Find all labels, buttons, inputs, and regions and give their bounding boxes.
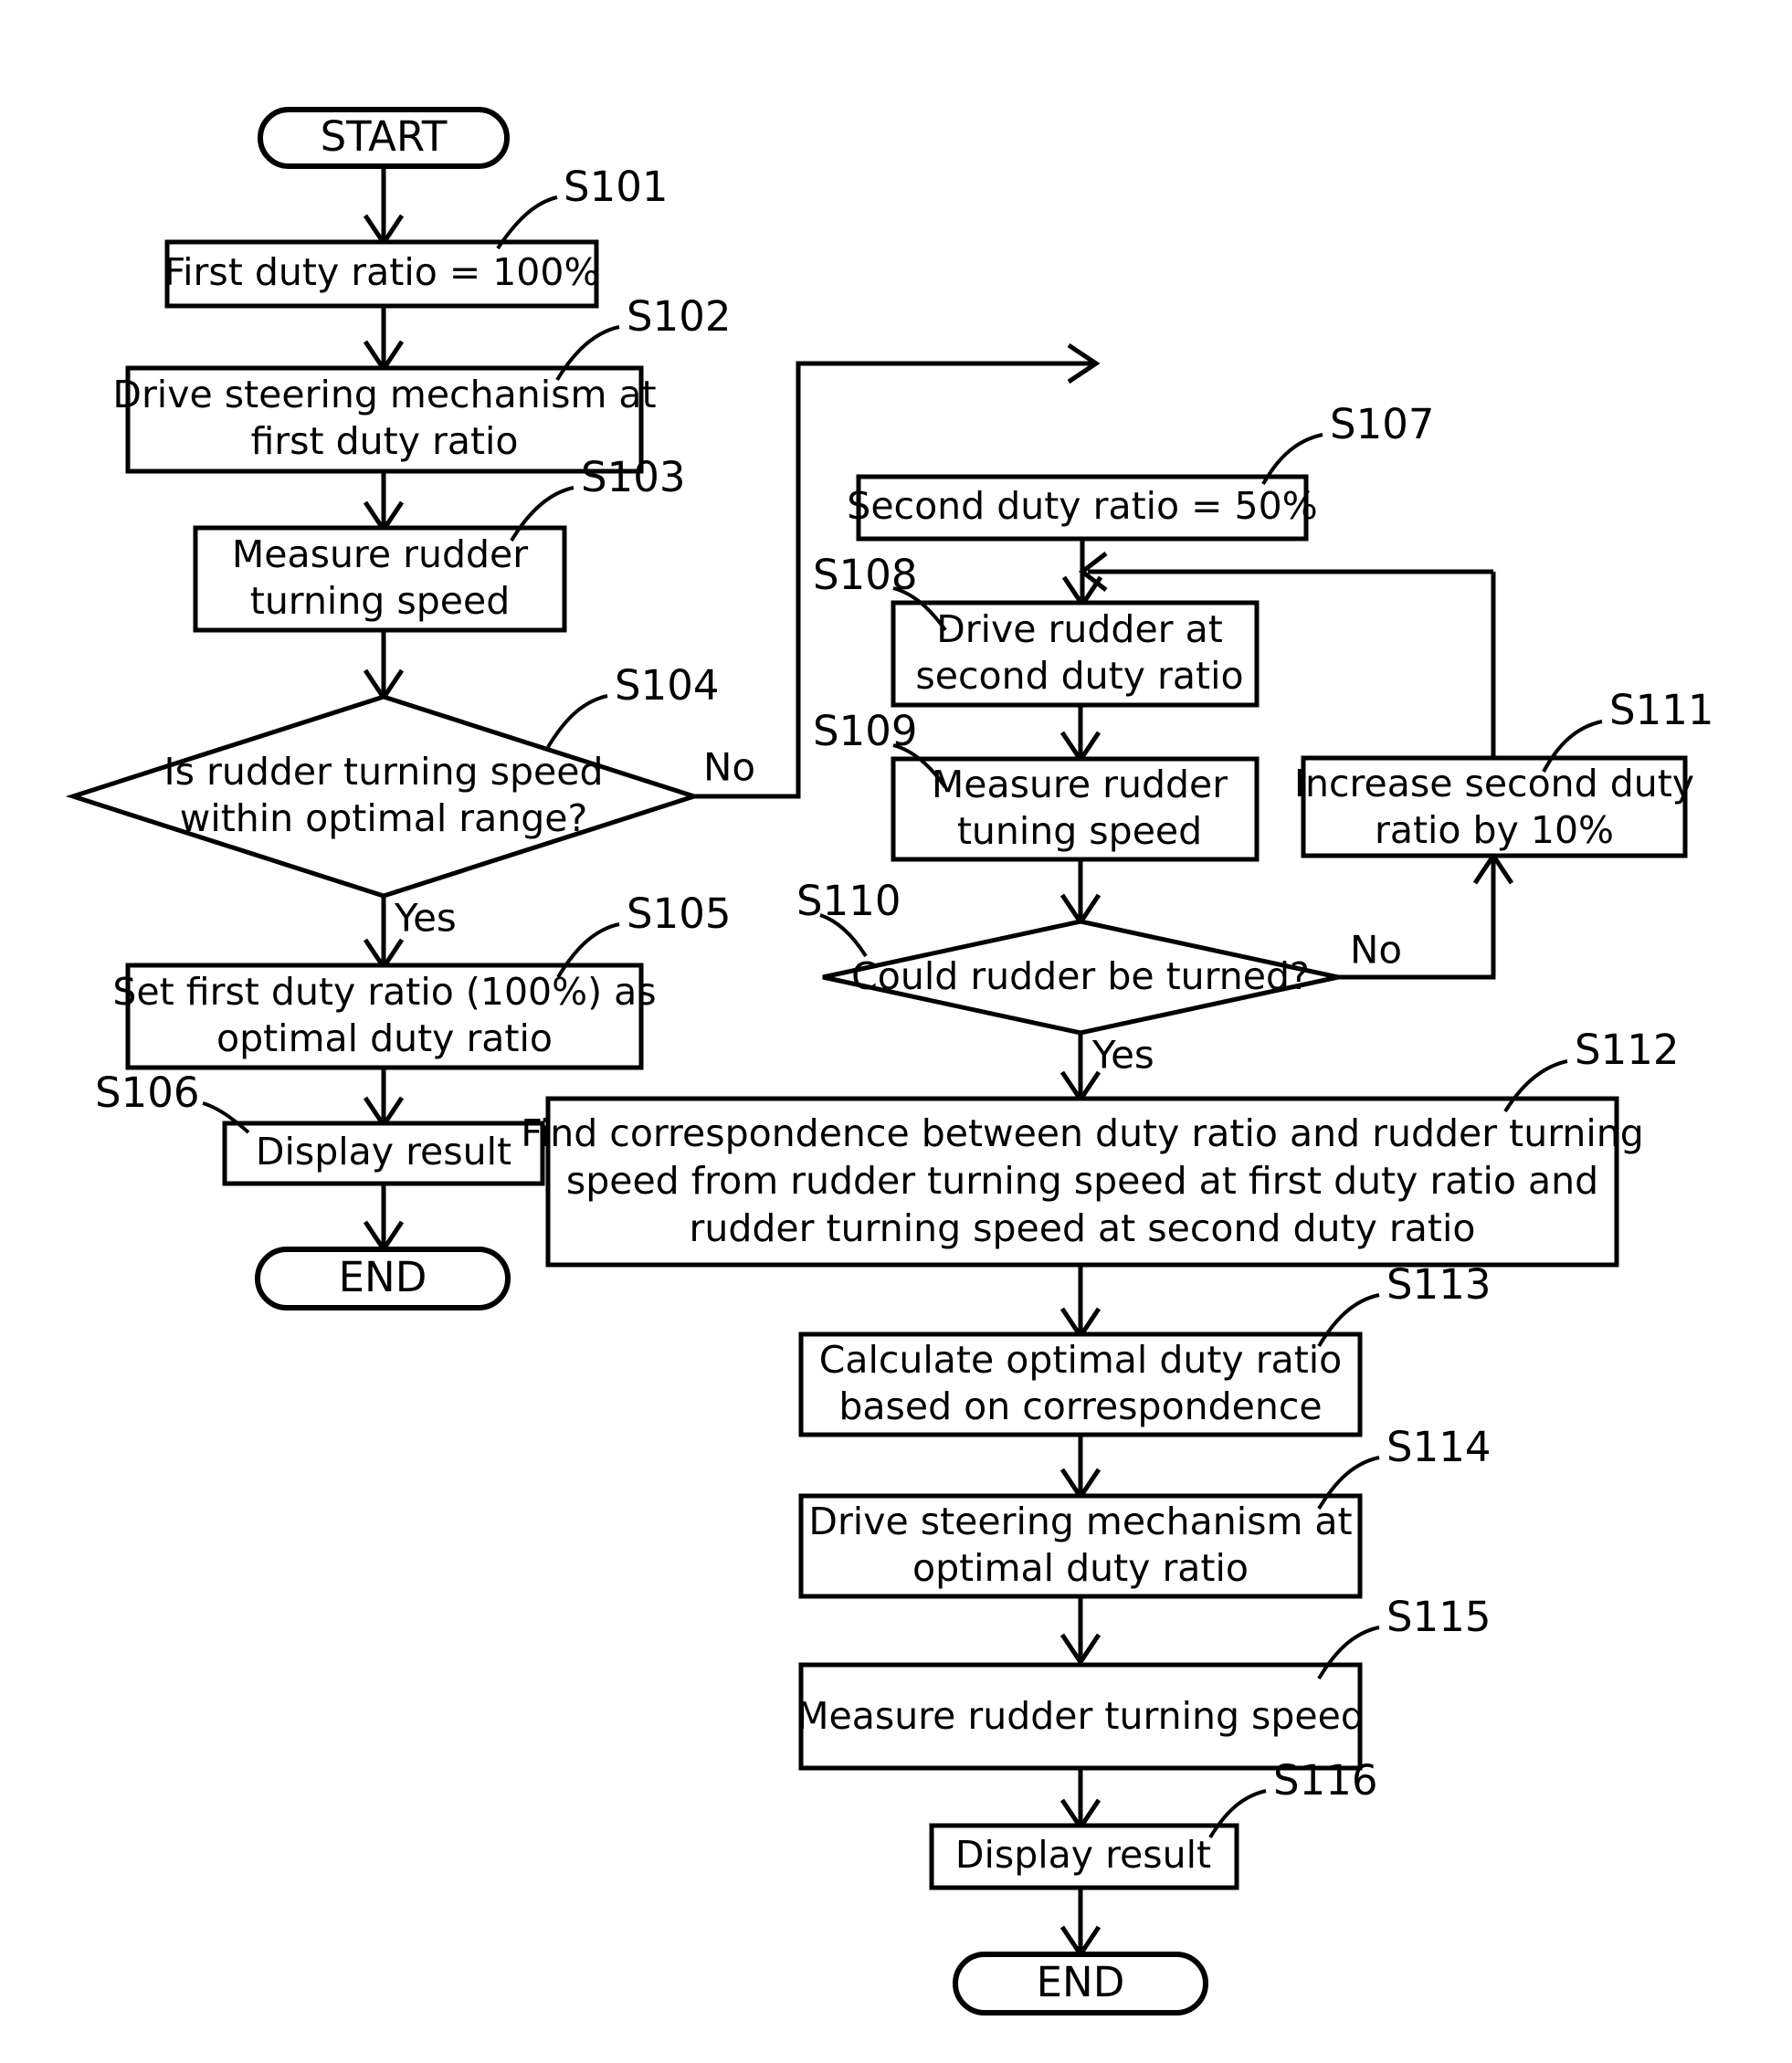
s102-label-line-1: Drive steering mechanism at <box>112 373 656 416</box>
s112-label-line-2: speed from rudder turning speed at first… <box>566 1159 1598 1203</box>
node-end-left: END <box>255 1247 511 1310</box>
s105-step-tag: S105 <box>627 889 731 938</box>
node-s104: Is rudder turning speed within optimal r… <box>65 694 702 899</box>
edge-s105-to-s106 <box>363 1068 405 1130</box>
node-s101: First duty ratio = 100% <box>164 239 600 309</box>
s106-label-line-1: Display result <box>256 1130 511 1174</box>
tag-s104: S104 <box>546 661 719 749</box>
node-end-right: END <box>953 1952 1208 2016</box>
tag-s107: S107 <box>1261 400 1434 485</box>
edge-s116-to-end-right <box>1059 1888 1102 1959</box>
edge-s102-to-s103 <box>363 471 405 534</box>
s113-step-tag: S113 <box>1386 1260 1491 1309</box>
edge-s108-to-s109 <box>1059 705 1102 764</box>
s109-label-line-2: tuning speed <box>957 809 1202 853</box>
node-s109: Measure rudder tuning speed <box>891 756 1260 862</box>
flowchart-canvas: START First duty ratio = 100% S101 Drive… <box>65 107 1713 2016</box>
node-start: START <box>258 107 510 169</box>
edge-s110-no-to-s111: No <box>1338 851 1514 980</box>
s114-step-tag: S114 <box>1386 1423 1491 1471</box>
s109-step-tag: S109 <box>813 707 917 755</box>
s104-step-tag: S104 <box>615 661 719 710</box>
s107-label-line-1: Second duty ratio = 50% <box>847 484 1317 528</box>
edge-s112-to-s113 <box>1059 1265 1102 1341</box>
s104-label-line-2: within optimal range? <box>180 796 587 840</box>
node-s105: Set first duty ratio (100%) as optimal d… <box>112 963 657 1070</box>
s103-step-tag: S103 <box>581 453 685 501</box>
s101-step-tag: S101 <box>564 163 668 211</box>
end-right-terminal-label: END <box>1037 1958 1125 2006</box>
node-s102: Drive steering mechanism at first duty r… <box>112 365 657 474</box>
s105-label-line-1: Set first duty ratio (100%) as <box>112 970 656 1014</box>
node-s116: Display result <box>929 1823 1239 1890</box>
s106-step-tag: S106 <box>95 1068 199 1117</box>
s105-label-line-2: optimal duty ratio <box>216 1016 553 1060</box>
s114-label-line-2: optimal duty ratio <box>912 1546 1249 1590</box>
node-s112: Find correspondence between duty ratio a… <box>521 1096 1644 1268</box>
s114-label-line-1: Drive steering mechanism at <box>808 1500 1352 1543</box>
node-s103: Measure rudder turning speed <box>193 525 567 633</box>
s110-label-line-1: Could rudder be turned? <box>851 954 1310 998</box>
node-s106: Display result <box>222 1121 545 1186</box>
node-s115: Measure rudder turning speed <box>796 1662 1365 1771</box>
s110-no-label: No <box>1350 928 1402 973</box>
s110-yes-label: Yes <box>1091 1033 1154 1078</box>
flowchart-page: START First duty ratio = 100% S101 Drive… <box>0 0 1792 2063</box>
edge-s104-yes-to-s105: Yes <box>363 896 457 972</box>
s111-label-line-1: Increase second duty <box>1294 762 1694 805</box>
end-left-terminal-label: END <box>339 1253 427 1301</box>
node-s108: Drive rudder at second duty ratio <box>891 600 1260 708</box>
node-s111: Increase second duty ratio by 10% <box>1294 755 1694 858</box>
edge-s110-yes-to-s112: Yes <box>1059 1033 1154 1104</box>
s115-step-tag: S115 <box>1386 1593 1491 1641</box>
s112-label-line-3: rudder turning speed at second duty rati… <box>690 1206 1476 1250</box>
edge-start-to-s101 <box>363 166 405 247</box>
s112-label-line-1: Find correspondence between duty ratio a… <box>521 1111 1644 1155</box>
s103-label-line-1: Measure rudder <box>232 532 528 576</box>
edge-s115-to-s116 <box>1059 1768 1102 1832</box>
s101-label-line-1: First duty ratio = 100% <box>164 250 600 294</box>
s108-label-line-1: Drive rudder at <box>936 607 1223 651</box>
s111-step-tag: S111 <box>1609 686 1713 734</box>
s102-step-tag: S102 <box>627 292 731 341</box>
edge-s101-to-s102 <box>363 306 405 374</box>
start-terminal-label: START <box>321 112 448 161</box>
s104-no-label: No <box>703 745 755 790</box>
s112-step-tag: S112 <box>1575 1026 1679 1074</box>
s104-label-line-1: Is rudder turning speed <box>164 750 604 794</box>
s109-label-line-1: Measure rudder <box>932 763 1228 806</box>
edge-s103-to-s104 <box>363 630 405 702</box>
s116-step-tag: S116 <box>1273 1756 1377 1805</box>
s116-label-line-1: Display result <box>955 1833 1211 1877</box>
edge-s113-to-s114 <box>1059 1435 1102 1501</box>
tag-s101: S101 <box>496 163 668 250</box>
node-s113: Calculate optimal duty ratio based on co… <box>798 1331 1363 1437</box>
node-s110: Could rudder be turned? <box>822 919 1339 1036</box>
node-s114: Drive steering mechanism at optimal duty… <box>798 1493 1363 1599</box>
s111-label-line-2: ratio by 10% <box>1375 808 1614 852</box>
s115-label-line-1: Measure rudder turning speed <box>796 1694 1365 1738</box>
tag-s110: S110 <box>796 877 901 958</box>
s104-yes-label: Yes <box>394 896 457 941</box>
edge-s114-to-s115 <box>1059 1596 1102 1667</box>
s108-step-tag: S108 <box>813 551 917 599</box>
s108-label-line-2: second duty ratio <box>915 654 1243 698</box>
s103-label-line-2: turning speed <box>250 579 510 623</box>
s110-step-tag: S110 <box>796 877 901 925</box>
node-s107: Second duty ratio = 50% <box>847 474 1318 542</box>
edge-s109-to-s110 <box>1059 859 1102 927</box>
s102-label-line-2: first duty ratio <box>250 419 518 463</box>
s113-label-line-2: based on correspondence <box>838 1384 1322 1428</box>
edge-s106-to-end-left <box>363 1184 405 1254</box>
s107-step-tag: S107 <box>1330 400 1434 448</box>
edge-s111-loopback-to-s108 <box>1078 552 1493 592</box>
s113-label-line-1: Calculate optimal duty ratio <box>819 1338 1343 1382</box>
